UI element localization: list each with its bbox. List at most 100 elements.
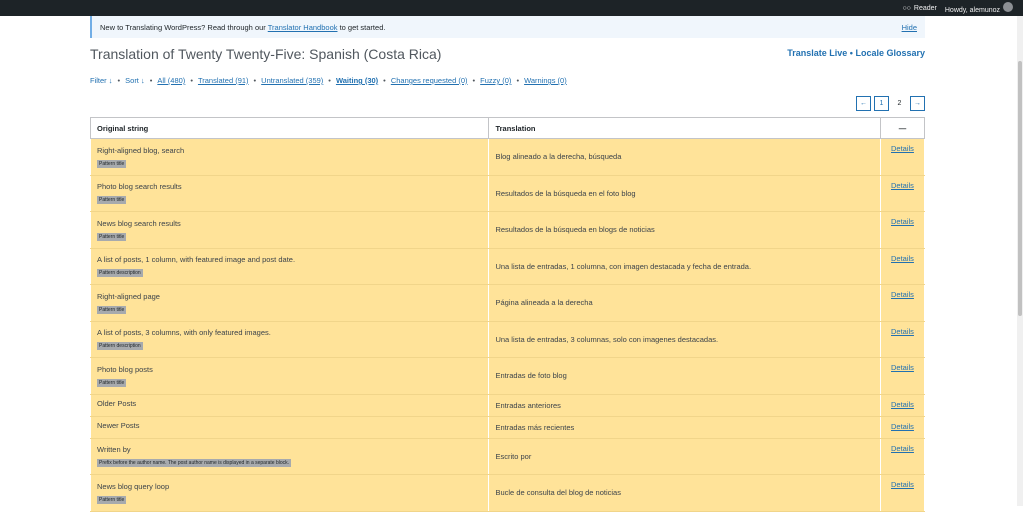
page-title: Translation of Twenty Twenty-Five: Spani…: [90, 46, 442, 62]
sort-toggle[interactable]: Sort ↓: [125, 76, 145, 85]
reader-link[interactable]: ○○ Reader: [902, 5, 936, 12]
original-cell: Right-aligned page Pattern title: [89, 284, 490, 322]
notice-text: New to Translating WordPress? Read throu…: [100, 23, 385, 32]
translation-cell: Resultados de la búsqueda en el foto blo…: [488, 174, 881, 212]
col-translation: Translation: [488, 117, 881, 139]
filter-all[interactable]: All (480): [157, 76, 185, 85]
table-row[interactable]: Written by Prefix before the author name.…: [89, 437, 926, 475]
context-badge: Pattern title: [97, 196, 127, 205]
details-link[interactable]: Details: [891, 480, 914, 489]
details-link[interactable]: Details: [891, 254, 914, 263]
context-badge: Prefix before the author name. The post …: [97, 459, 292, 468]
original-text: A list of posts, 3 columns, with only fe…: [97, 328, 271, 338]
translations-table: Original string Translation — Right-alig…: [89, 117, 926, 512]
translator-handbook-link[interactable]: Translator Handbook: [268, 23, 338, 32]
top-links: Translate Live • Locale Glossary: [787, 48, 925, 58]
table-header-row: Original string Translation —: [89, 117, 926, 139]
notice-text-before: New to Translating WordPress? Read throu…: [100, 22, 268, 32]
table-row[interactable]: Right-aligned page Pattern title Página al…: [89, 284, 926, 322]
translate-live-link[interactable]: Translate Live: [787, 48, 847, 58]
translation-cell: Entradas más recientes: [488, 415, 881, 439]
notice-text-after: to get started.: [337, 22, 386, 32]
actions-cell: Details: [879, 284, 926, 322]
actions-cell: Details: [879, 247, 926, 285]
col-actions: —: [879, 117, 926, 139]
context-badge: Pattern title: [97, 232, 127, 241]
details-link[interactable]: Details: [891, 444, 914, 453]
admin-bar: ○○ Reader Howdy, alemunoz: [0, 0, 1023, 16]
table-row[interactable]: Photo blog posts Pattern title Entradas de…: [89, 357, 926, 395]
actions-cell: Details: [879, 357, 926, 395]
filter-fuzzy[interactable]: Fuzzy (0): [480, 76, 511, 85]
filter-waiting[interactable]: Waiting (30): [336, 76, 378, 85]
actions-cell: Details: [879, 174, 926, 212]
original-text: Written by: [97, 445, 131, 455]
filter-untranslated[interactable]: Untranslated (359): [261, 76, 323, 85]
details-link[interactable]: Details: [891, 327, 914, 336]
handbook-notice: New to Translating WordPress? Read throu…: [90, 16, 925, 38]
table-row[interactable]: Older Posts Entradas anteriores Details: [89, 393, 926, 417]
table-row[interactable]: A list of posts, 1 column, with featured…: [89, 247, 926, 285]
details-link[interactable]: Details: [891, 217, 914, 226]
details-link[interactable]: Details: [891, 290, 914, 299]
separator: •: [253, 76, 257, 85]
table-row[interactable]: Photo blog search results Pattern title Re…: [89, 174, 926, 212]
translation-cell: Página alineada a la derecha: [488, 284, 881, 322]
details-link[interactable]: Details: [891, 181, 914, 190]
howdy-user[interactable]: Howdy, alemunoz: [945, 2, 1013, 14]
table-row[interactable]: Newer Posts Entradas más recientes Details: [89, 415, 926, 439]
locale-glossary-link[interactable]: Locale Glossary: [855, 48, 925, 58]
filter-translated[interactable]: Translated (91): [198, 76, 249, 85]
context-badge: Pattern title: [97, 159, 127, 168]
translation-cell: Una lista de entradas, 3 columnas, solo …: [488, 320, 881, 358]
separator: •: [328, 76, 331, 85]
context-badge: Pattern title: [97, 305, 127, 314]
separator: •: [472, 76, 476, 85]
table-row[interactable]: Right-aligned blog, search Pattern title B…: [89, 138, 926, 176]
original-cell: Newer Posts: [89, 415, 490, 439]
hide-notice-link[interactable]: Hide: [902, 23, 917, 32]
actions-cell: Details: [879, 437, 926, 475]
details-link[interactable]: Details: [891, 400, 914, 409]
filter-warnings[interactable]: Warnings (0): [524, 76, 567, 85]
original-text: Photo blog search results: [97, 182, 182, 192]
translation-cell: Escrito por: [488, 437, 881, 475]
scrollbar[interactable]: [1017, 16, 1023, 506]
glasses-icon: ○○: [902, 4, 911, 12]
context-badge: Pattern title: [97, 378, 127, 387]
separator: •: [117, 76, 121, 85]
next-page-button[interactable]: →: [910, 96, 925, 111]
actions-cell: Details: [879, 320, 926, 358]
details-link[interactable]: Details: [891, 363, 914, 372]
translation-cell: Entradas de foto blog: [488, 357, 881, 395]
original-cell: Older Posts: [89, 393, 490, 417]
original-text: Right-aligned blog, search: [97, 145, 185, 155]
original-cell: Photo blog posts Pattern title: [89, 357, 490, 395]
separator: •: [516, 76, 520, 85]
separator: •: [190, 76, 193, 85]
table-row[interactable]: A list of posts, 3 columns, with only fe…: [89, 320, 926, 358]
original-cell: Photo blog search results Pattern title: [89, 174, 490, 212]
scrollbar-thumb[interactable]: [1018, 61, 1022, 316]
details-link[interactable]: Details: [891, 144, 914, 153]
filter-changes-requested[interactable]: Changes requested (0): [391, 76, 468, 85]
filter-toggle[interactable]: Filter ↓: [90, 76, 113, 85]
actions-cell: Details: [879, 138, 926, 176]
translation-cell: Resultados de la búsqueda en blogs de no…: [488, 211, 881, 249]
original-text: Photo blog posts: [97, 364, 153, 374]
original-text: News blog query loop: [97, 481, 170, 491]
prev-page-button[interactable]: ←: [856, 96, 871, 111]
table-row[interactable]: News blog search results Pattern title Res…: [89, 211, 926, 249]
details-link[interactable]: Details: [891, 422, 914, 431]
pagination: ← 1 2 →: [856, 96, 925, 111]
translation-cell: Entradas anteriores: [488, 393, 881, 417]
original-text: Older Posts: [97, 399, 137, 408]
page-1-button[interactable]: 1: [874, 96, 889, 111]
avatar: [1003, 2, 1013, 12]
original-text: News blog search results: [97, 218, 181, 228]
original-cell: News blog search results Pattern title: [89, 211, 490, 249]
context-badge: Pattern description: [97, 269, 143, 278]
original-text: Right-aligned page: [97, 291, 160, 301]
actions-cell: Details: [879, 393, 926, 417]
actions-cell: Details: [879, 211, 926, 249]
